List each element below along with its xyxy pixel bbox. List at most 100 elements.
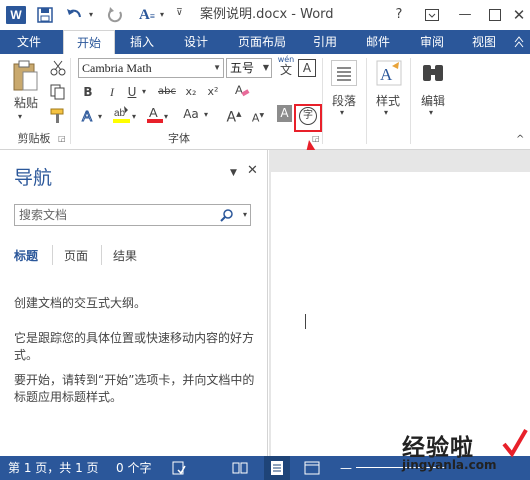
document-page[interactable] xyxy=(271,172,530,456)
nav-help-text-3: 要开始，请转到“开始”选项卡，并向文档中的标题应用标题样式。 xyxy=(14,373,255,404)
paste-label[interactable]: 粘贴 xyxy=(10,94,42,112)
nav-help-text-1: 创建文档的交互式大纲。 xyxy=(14,296,147,310)
tab-review[interactable]: 审阅 xyxy=(412,30,452,54)
tab-view[interactable]: 视图 xyxy=(464,30,504,54)
font-name-combo[interactable]: Cambria Math ▼ xyxy=(78,58,224,78)
tab-insert[interactable]: 插入 xyxy=(122,30,162,54)
minimize-icon[interactable]: — xyxy=(454,0,476,30)
watermark-url: jingyanla.com xyxy=(402,458,497,472)
tab-references[interactable]: 引用 xyxy=(305,30,345,54)
shrink-font-icon[interactable]: A▼ xyxy=(250,107,266,128)
text-effects-dropdown-icon[interactable]: ▾ xyxy=(98,112,102,121)
paragraph-dropdown-icon[interactable]: ▾ xyxy=(340,108,344,117)
nav-options-icon[interactable]: ▼ xyxy=(230,168,237,178)
annotation-highlight-box xyxy=(294,104,322,132)
binoculars-icon[interactable] xyxy=(421,62,445,87)
zoom-out-icon[interactable]: — xyxy=(340,456,352,480)
ribbon-display-icon[interactable] xyxy=(421,0,443,30)
tab-headings[interactable]: 标题 xyxy=(14,246,38,266)
highlight-color-icon[interactable]: ab xyxy=(112,104,132,127)
svg-text:A: A xyxy=(149,105,158,120)
superscript-button[interactable]: x² xyxy=(204,83,222,101)
italic-button[interactable]: I xyxy=(104,83,120,101)
customize-icon[interactable]: ⊽ xyxy=(176,8,183,18)
close-icon[interactable]: ✕ xyxy=(247,163,258,178)
character-shading-icon[interactable]: A xyxy=(277,105,292,122)
chevron-down-icon[interactable]: ▼ xyxy=(213,59,221,77)
word-logo-icon[interactable]: W xyxy=(6,6,26,24)
search-input[interactable]: 搜索文档 ▾ xyxy=(14,204,251,226)
grow-font-icon[interactable]: A▲ xyxy=(226,105,242,127)
nav-help-text-2: 它是跟踪您的具体位置或快速移动内容的好方式。 xyxy=(14,331,255,362)
underline-dropdown-icon[interactable]: ▾ xyxy=(142,87,146,96)
group-separator xyxy=(322,58,323,144)
divider xyxy=(101,245,102,265)
tab-more[interactable] xyxy=(508,30,530,54)
tab-home[interactable]: 开始 xyxy=(63,30,115,54)
word-count[interactable]: 0 个字 xyxy=(116,456,151,480)
page-count[interactable]: 第 1 页，共 1 页 xyxy=(8,456,99,480)
undo-dropdown-icon[interactable]: ▾ xyxy=(89,10,93,19)
tab-design[interactable]: 设计 xyxy=(176,30,216,54)
nav-title: 导航 xyxy=(14,167,53,189)
phonetic-guide-button[interactable]: wén 文 xyxy=(276,55,296,77)
bold-button[interactable]: B xyxy=(80,83,96,101)
svg-text:ab: ab xyxy=(114,108,126,119)
watermark-text: 经验啦 xyxy=(402,435,474,461)
group-separator xyxy=(366,58,367,144)
highlight-dropdown-icon[interactable]: ▾ xyxy=(132,112,136,121)
tab-results[interactable]: 结果 xyxy=(113,246,137,266)
underline-button[interactable]: U xyxy=(124,83,140,101)
tab-page-layout[interactable]: 页面布局 xyxy=(228,30,296,54)
phonetic-char: 文 xyxy=(279,63,292,77)
tab-pages[interactable]: 页面 xyxy=(64,246,88,266)
undo-icon[interactable] xyxy=(62,4,88,26)
styles-icon[interactable]: A xyxy=(376,60,402,89)
title-bar: W ▾ A≡ ▾ ⊽ 案例说明.docx - Word ? — ✕ xyxy=(0,0,530,30)
paste-icon[interactable] xyxy=(12,60,40,95)
strikethrough-button[interactable]: abc xyxy=(156,83,178,101)
maximize-icon[interactable] xyxy=(484,0,506,30)
font-size-value: 五号 xyxy=(230,61,255,75)
redo-icon[interactable] xyxy=(104,4,126,26)
styles-dropdown-icon[interactable]: ▾ xyxy=(384,108,388,117)
watermark-logo: 经验啦 jingyanla.com xyxy=(402,428,528,476)
font-group-label: 字体 xyxy=(168,132,190,145)
tab-file[interactable]: 文件 xyxy=(0,30,58,54)
font-color-icon[interactable]: A≡ xyxy=(134,4,160,26)
print-layout-icon[interactable] xyxy=(264,456,290,480)
collapse-ribbon-icon[interactable]: ^ xyxy=(516,134,524,145)
search-icon[interactable] xyxy=(220,208,234,228)
text-effects-icon[interactable]: A xyxy=(80,106,98,127)
proofing-icon[interactable] xyxy=(172,456,186,480)
close-icon[interactable]: ✕ xyxy=(508,0,530,30)
font-color-icon[interactable]: A xyxy=(146,104,164,127)
editing-dropdown-icon[interactable]: ▾ xyxy=(429,108,433,117)
help-icon[interactable]: ? xyxy=(388,0,410,30)
group-separator xyxy=(410,58,411,144)
change-case-button[interactable]: Aa xyxy=(180,105,202,123)
subscript-button[interactable]: x₂ xyxy=(182,83,200,101)
paragraph-icon[interactable] xyxy=(331,60,357,86)
copy-icon[interactable] xyxy=(50,84,66,103)
web-layout-icon[interactable] xyxy=(304,456,320,480)
tab-mailings[interactable]: 邮件 xyxy=(358,30,398,54)
save-icon[interactable] xyxy=(34,4,56,26)
change-case-dropdown-icon[interactable]: ▾ xyxy=(204,110,208,119)
format-painter-icon[interactable] xyxy=(50,108,66,127)
divider xyxy=(52,245,53,265)
clear-formatting-icon[interactable]: A xyxy=(234,82,250,101)
font-color-dropdown-icon[interactable]: ▾ xyxy=(160,10,164,19)
font-size-combo[interactable]: 五号 ▼ xyxy=(226,58,272,78)
text-cursor xyxy=(305,314,306,329)
character-border-button[interactable]: A xyxy=(298,59,316,77)
svg-text:A: A xyxy=(380,65,393,84)
chevron-down-icon[interactable]: ▼ xyxy=(263,59,269,77)
clipboard-launcher-icon[interactable]: ◲ xyxy=(58,134,66,143)
search-dropdown-icon[interactable]: ▾ xyxy=(243,205,247,225)
font-color-dropdown-icon[interactable]: ▾ xyxy=(164,112,168,121)
paste-dropdown-icon[interactable]: ▾ xyxy=(18,112,22,121)
check-mark-icon xyxy=(502,428,528,461)
cut-icon[interactable] xyxy=(50,60,66,79)
read-mode-icon[interactable] xyxy=(232,456,248,480)
